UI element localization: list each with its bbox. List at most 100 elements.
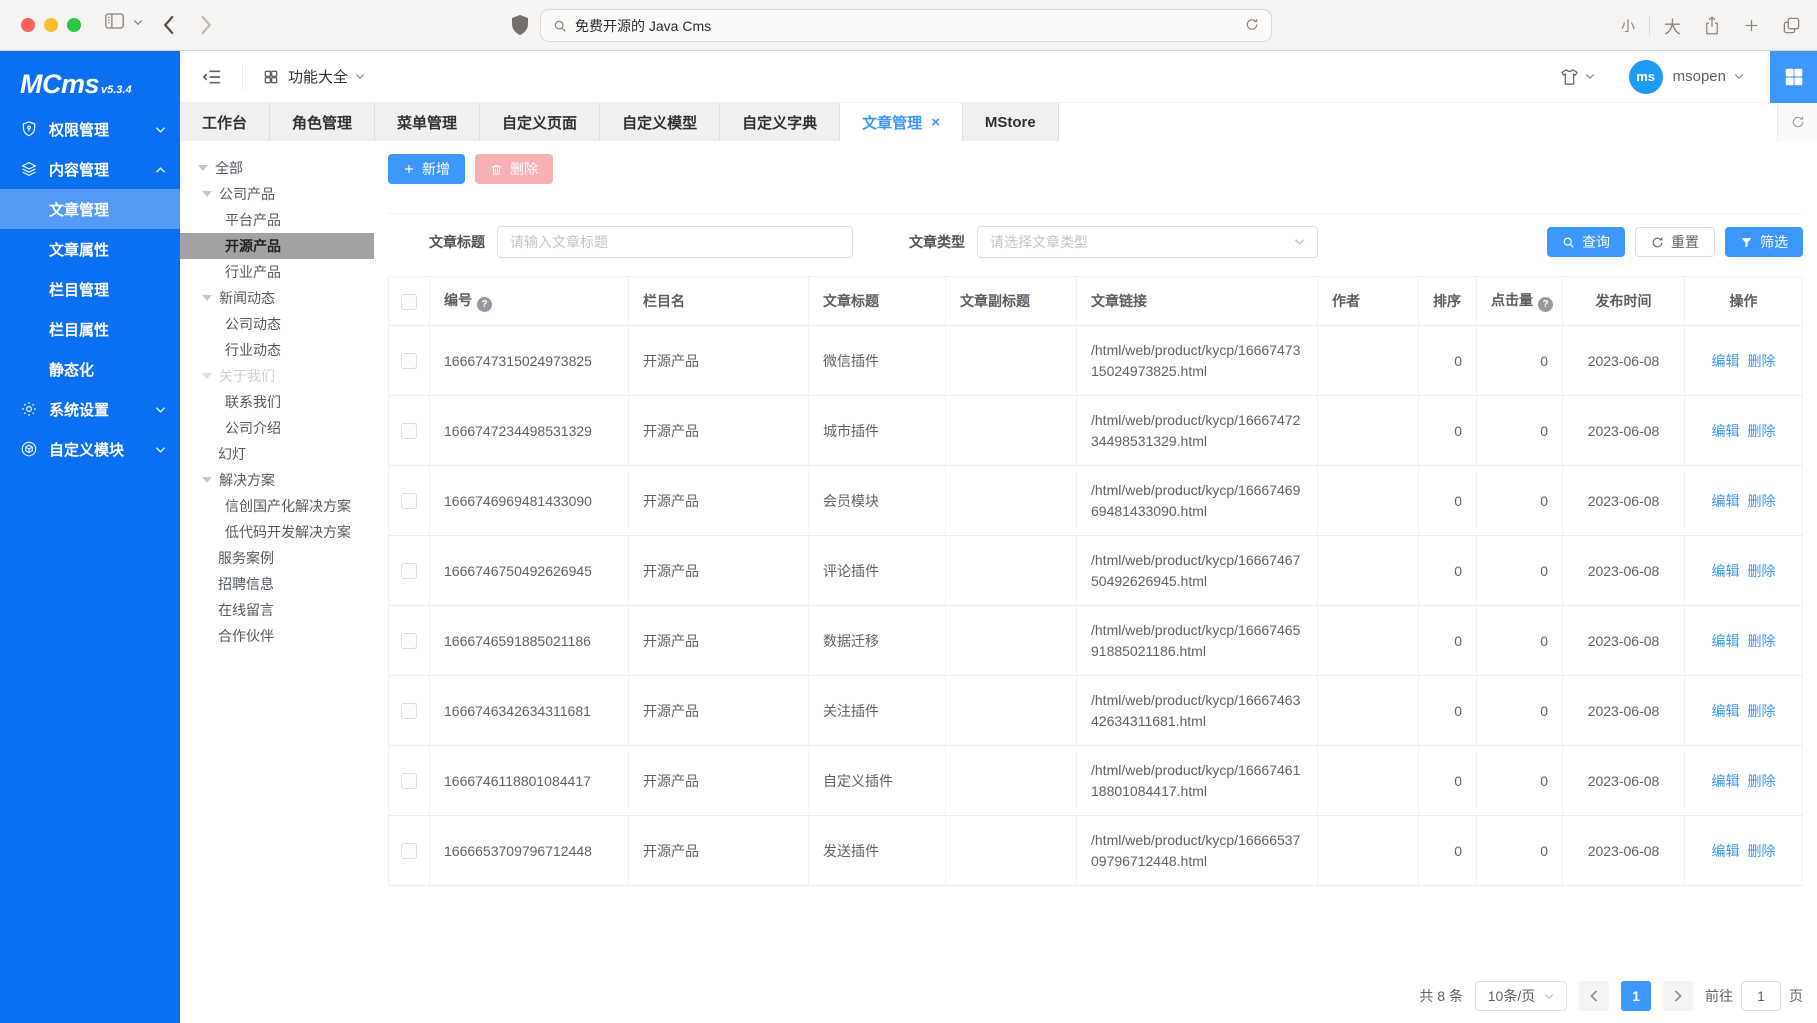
tab[interactable]: 自定义页面 (480, 103, 600, 141)
tree-item[interactable]: 新闻动态 (180, 285, 374, 311)
tree-item[interactable]: 平台产品 (180, 207, 374, 233)
sidebar-item-permissions[interactable]: 权限管理 (0, 109, 180, 149)
address-bar[interactable]: 免费开源的 Java Cms (540, 9, 1272, 42)
type-filter-select[interactable]: 请选择文章类型 (977, 226, 1318, 258)
edit-link[interactable]: 编辑 (1712, 773, 1740, 789)
edit-link[interactable]: 编辑 (1712, 493, 1740, 509)
question-circle-icon[interactable]: ? (1538, 297, 1553, 312)
text-smaller-button[interactable]: 小 (1621, 16, 1635, 36)
minimize-window-button[interactable] (44, 18, 58, 32)
tab-overview-icon[interactable] (1782, 16, 1801, 35)
row-checkbox[interactable] (401, 633, 417, 649)
avatar[interactable]: ms (1629, 60, 1663, 94)
delete-link[interactable]: 删除 (1748, 773, 1776, 789)
tree-item[interactable]: 解决方案 (180, 467, 374, 493)
edit-link[interactable]: 编辑 (1712, 423, 1740, 439)
privacy-shield-icon[interactable] (512, 15, 528, 35)
tree-item[interactable]: 幻灯 (180, 441, 374, 467)
tree-item[interactable]: 公司动态 (180, 311, 374, 337)
collapse-menu-icon[interactable] (202, 68, 222, 86)
theme-skin-button[interactable] (1560, 68, 1595, 86)
row-checkbox[interactable] (401, 353, 417, 369)
tab[interactable]: 自定义字典 (720, 103, 840, 141)
sidebar-item-settings[interactable]: 系统设置 (0, 389, 180, 429)
tab-close-icon[interactable]: × (931, 115, 940, 130)
sidebar-submenu-item[interactable]: 文章管理 (0, 189, 180, 229)
filter-button[interactable]: 筛选 (1725, 227, 1803, 257)
edit-link[interactable]: 编辑 (1712, 353, 1740, 369)
refresh-tab-button[interactable] (1777, 103, 1817, 141)
delete-link[interactable]: 删除 (1748, 493, 1776, 509)
row-checkbox[interactable] (401, 563, 417, 579)
type-filter-label: 文章类型 (909, 232, 965, 252)
sidebar-submenu-item[interactable]: 文章属性 (0, 229, 180, 269)
tree-item[interactable]: 行业产品 (180, 259, 374, 285)
current-page-button[interactable]: 1 (1621, 981, 1651, 1011)
share-icon[interactable] (1703, 15, 1721, 36)
delete-link[interactable]: 删除 (1748, 423, 1776, 439)
tree-item[interactable]: 行业动态 (180, 337, 374, 363)
add-button[interactable]: 新增 (388, 154, 465, 184)
tree-item[interactable]: 合作伙伴 (180, 623, 374, 649)
edit-link[interactable]: 编辑 (1712, 563, 1740, 579)
search-button[interactable]: 查询 (1547, 227, 1625, 257)
delete-link[interactable]: 删除 (1748, 353, 1776, 369)
username[interactable]: msopen (1673, 68, 1726, 85)
zoom-window-button[interactable] (67, 18, 81, 32)
reload-icon[interactable] (1245, 17, 1259, 35)
tree-item[interactable]: 低代码开发解决方案 (180, 519, 374, 545)
sidebar-submenu-item[interactable]: 栏目管理 (0, 269, 180, 309)
tree-item[interactable]: 联系我们 (180, 389, 374, 415)
delete-button[interactable]: 删除 (475, 154, 553, 184)
tree-item[interactable]: 公司产品 (180, 181, 374, 207)
chevron-down-icon[interactable] (133, 19, 143, 26)
delete-link[interactable]: 删除 (1748, 563, 1776, 579)
delete-link[interactable]: 删除 (1748, 843, 1776, 859)
close-window-button[interactable] (21, 18, 35, 32)
sidebar-submenu-item[interactable]: 静态化 (0, 349, 180, 389)
apps-grid-button[interactable] (1770, 51, 1817, 103)
sidebar-item-content[interactable]: 内容管理 (0, 149, 180, 189)
next-page-button[interactable] (1663, 981, 1693, 1011)
text-larger-button[interactable]: 大 (1664, 13, 1681, 38)
row-checkbox[interactable] (401, 703, 417, 719)
delete-link[interactable]: 删除 (1748, 633, 1776, 649)
edit-link[interactable]: 编辑 (1712, 703, 1740, 719)
select-all-checkbox[interactable] (401, 294, 417, 310)
forward-button[interactable] (200, 14, 213, 36)
tab[interactable]: MStore (963, 103, 1059, 141)
title-filter-input[interactable] (497, 226, 853, 258)
row-checkbox[interactable] (401, 423, 417, 439)
tree-item[interactable]: 全部 (180, 155, 374, 181)
sidebar-toggle-icon[interactable] (104, 12, 125, 30)
delete-link[interactable]: 删除 (1748, 703, 1776, 719)
sidebar-item-label: 内容管理 (49, 159, 109, 180)
back-button[interactable] (162, 14, 175, 36)
row-checkbox[interactable] (401, 493, 417, 509)
tab[interactable]: 菜单管理 (375, 103, 480, 141)
new-tab-icon[interactable] (1743, 17, 1760, 34)
tab[interactable]: 工作台 (180, 103, 270, 141)
tree-item[interactable]: 信创国产化解决方案 (180, 493, 374, 519)
edit-link[interactable]: 编辑 (1712, 633, 1740, 649)
question-circle-icon[interactable]: ? (477, 297, 492, 312)
prev-page-button[interactable] (1579, 981, 1609, 1011)
tree-item[interactable]: 在线留言 (180, 597, 374, 623)
tree-item[interactable]: 开源产品 (180, 233, 374, 259)
reset-button[interactable]: 重置 (1635, 227, 1715, 257)
tab[interactable]: 文章管理 × (840, 103, 963, 141)
goto-page-input[interactable] (1741, 981, 1781, 1011)
tree-item[interactable]: 招聘信息 (180, 571, 374, 597)
page-size-select[interactable]: 10条/页 (1475, 981, 1567, 1011)
row-checkbox[interactable] (401, 843, 417, 859)
tab[interactable]: 自定义模型 (600, 103, 720, 141)
tree-item[interactable]: 服务案例 (180, 545, 374, 571)
tree-item[interactable]: 公司介绍 (180, 415, 374, 441)
edit-link[interactable]: 编辑 (1712, 843, 1740, 859)
tree-item[interactable]: 关于我们 (180, 363, 374, 389)
row-checkbox[interactable] (401, 773, 417, 789)
sidebar-submenu-item[interactable]: 栏目属性 (0, 309, 180, 349)
tab[interactable]: 角色管理 (270, 103, 375, 141)
sidebar-item-custom-module[interactable]: 自定义模块 (0, 429, 180, 469)
nav-menu-label[interactable]: 功能大全 (288, 66, 348, 87)
